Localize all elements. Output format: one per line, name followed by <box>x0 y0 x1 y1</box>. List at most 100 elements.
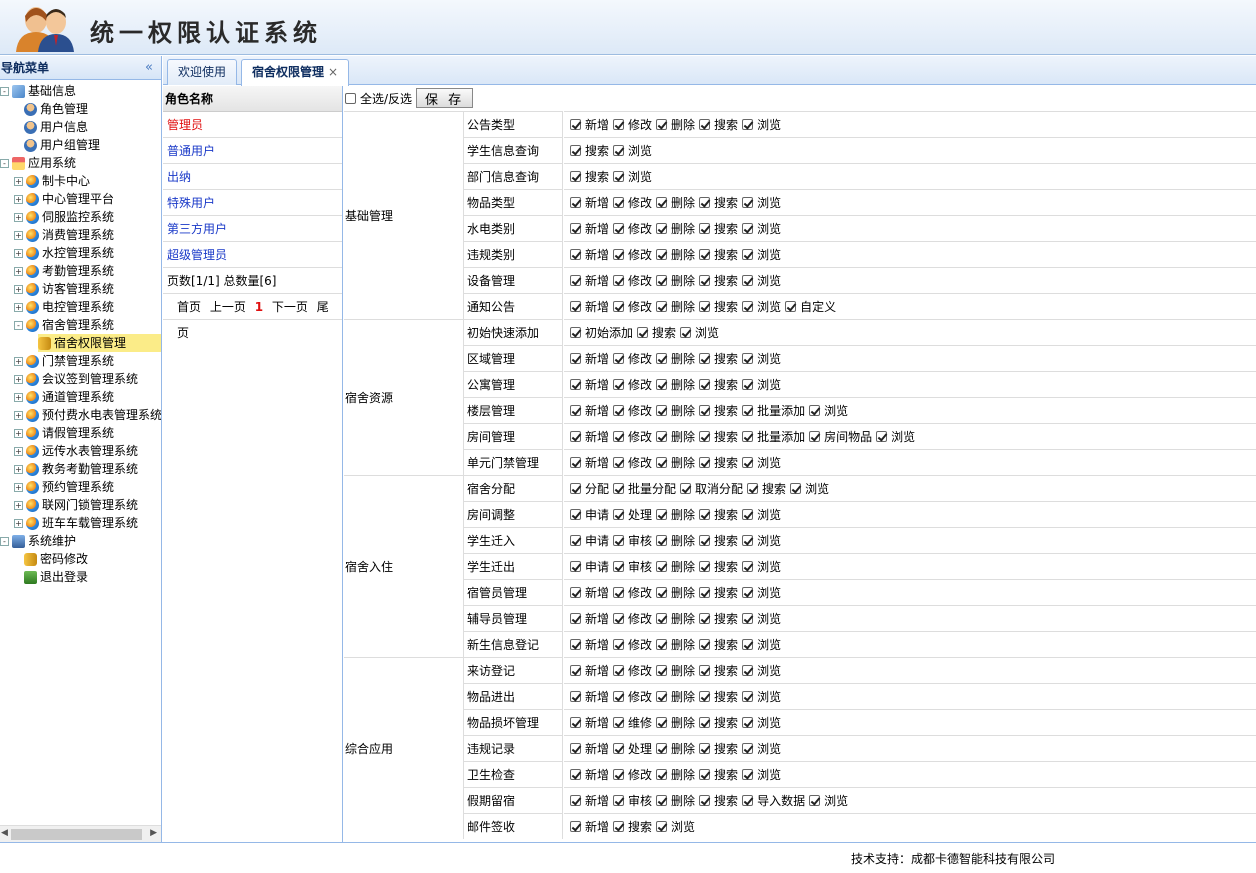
permission-checkbox[interactable] <box>699 509 711 520</box>
permission-checkbox[interactable] <box>570 509 581 520</box>
permission-option[interactable]: 搜索 <box>699 610 738 627</box>
permission-checkbox[interactable] <box>570 119 581 130</box>
permission-option[interactable]: 删除 <box>656 246 695 263</box>
permission-checkbox[interactable] <box>747 483 759 494</box>
permission-option[interactable]: 删除 <box>656 792 695 809</box>
permission-checkbox[interactable] <box>613 509 625 520</box>
tree-node[interactable]: 角色管理 <box>24 100 88 118</box>
permission-checkbox[interactable] <box>699 249 711 260</box>
permission-checkbox[interactable] <box>656 613 668 624</box>
permission-option[interactable]: 浏览 <box>742 662 781 679</box>
permission-checkbox[interactable] <box>742 457 754 468</box>
permission-option[interactable]: 搜索 <box>699 220 738 237</box>
permission-option[interactable]: 自定义 <box>785 298 836 315</box>
collapse-icon[interactable]: « <box>145 56 153 80</box>
role-row[interactable]: 特殊用户 <box>163 190 342 216</box>
tree-node[interactable]: + 预付费水电表管理系统 <box>14 406 161 424</box>
permission-checkbox[interactable] <box>570 171 581 182</box>
permission-checkbox[interactable] <box>637 327 649 338</box>
permission-option[interactable]: 维修 <box>613 714 652 731</box>
permission-option[interactable]: 新增 <box>570 298 609 315</box>
permission-option[interactable]: 浏览 <box>742 636 781 653</box>
permission-option[interactable]: 修改 <box>613 584 652 601</box>
prev-page-link[interactable]: 上一页 <box>210 300 246 314</box>
permission-checkbox[interactable] <box>570 483 581 494</box>
permission-checkbox[interactable] <box>570 301 581 312</box>
permission-checkbox[interactable] <box>742 743 754 754</box>
permission-checkbox[interactable] <box>656 223 668 234</box>
sidebar-horizontal-scrollbar[interactable]: ◀ ▶ <box>0 825 161 842</box>
permission-option[interactable]: 新增 <box>570 428 609 445</box>
permission-option[interactable]: 初始添加 <box>570 324 633 341</box>
permission-checkbox[interactable] <box>742 119 754 130</box>
permission-option[interactable]: 修改 <box>613 428 652 445</box>
permission-checkbox[interactable] <box>742 353 754 364</box>
collapse-node-icon[interactable]: - <box>14 320 23 330</box>
permission-checkbox[interactable] <box>570 353 581 364</box>
permission-option[interactable]: 处理 <box>613 506 652 523</box>
close-tab-icon[interactable]: × <box>328 65 338 79</box>
permission-option[interactable]: 修改 <box>613 636 652 653</box>
role-row[interactable]: 出纳 <box>163 164 342 190</box>
tree-node[interactable]: 用户信息 <box>24 118 88 136</box>
permission-checkbox[interactable] <box>570 379 581 390</box>
tree-node[interactable]: - 应用系统 <box>0 154 76 172</box>
permission-option[interactable]: 修改 <box>613 272 652 289</box>
permission-option[interactable]: 浏览 <box>742 688 781 705</box>
permission-checkbox[interactable] <box>742 379 754 390</box>
permission-option[interactable]: 浏览 <box>742 454 781 471</box>
permission-option[interactable]: 删除 <box>656 714 695 731</box>
expand-node-icon[interactable]: + <box>14 194 23 204</box>
permission-option[interactable]: 删除 <box>656 376 695 393</box>
expand-node-icon[interactable]: + <box>14 212 23 222</box>
permission-option[interactable]: 搜索 <box>613 818 652 835</box>
permission-checkbox[interactable] <box>742 301 754 312</box>
next-page-link[interactable]: 下一页 <box>272 300 308 314</box>
scroll-right-arrow-icon[interactable]: ▶ <box>150 828 157 838</box>
permission-checkbox[interactable] <box>656 301 668 312</box>
expand-node-icon[interactable]: + <box>14 500 23 510</box>
permission-option[interactable]: 批量分配 <box>613 480 676 497</box>
tree-node[interactable]: + 消费管理系统 <box>14 226 114 244</box>
permission-option[interactable]: 删除 <box>656 402 695 419</box>
tree-node[interactable]: + 访客管理系统 <box>14 280 114 298</box>
permission-option[interactable]: 搜索 <box>699 584 738 601</box>
expand-node-icon[interactable]: + <box>14 176 23 186</box>
permission-option[interactable]: 搜索 <box>699 246 738 263</box>
permission-checkbox[interactable] <box>656 665 668 676</box>
permission-option[interactable]: 修改 <box>613 298 652 315</box>
permission-checkbox[interactable] <box>699 197 711 208</box>
permission-option[interactable]: 浏览 <box>742 246 781 263</box>
tree-node[interactable]: + 请假管理系统 <box>14 424 114 442</box>
scroll-left-arrow-icon[interactable]: ◀ <box>1 828 8 838</box>
expand-node-icon[interactable]: + <box>14 392 23 402</box>
permission-option[interactable]: 搜索 <box>699 116 738 133</box>
role-row[interactable]: 第三方用户 <box>163 216 342 242</box>
permission-checkbox[interactable] <box>699 639 711 650</box>
permission-checkbox[interactable] <box>742 405 754 416</box>
expand-node-icon[interactable]: + <box>14 374 23 384</box>
expand-node-icon[interactable]: + <box>14 266 23 276</box>
expand-node-icon[interactable]: + <box>14 248 23 258</box>
permission-checkbox[interactable] <box>613 119 625 130</box>
tree-node[interactable]: + 预约管理系统 <box>14 478 114 496</box>
permission-checkbox[interactable] <box>570 691 581 702</box>
permission-checkbox[interactable] <box>699 223 711 234</box>
permission-option[interactable]: 删除 <box>656 454 695 471</box>
permission-checkbox[interactable] <box>613 613 625 624</box>
permission-checkbox[interactable] <box>656 197 668 208</box>
expand-node-icon[interactable]: + <box>14 356 23 366</box>
expand-node-icon[interactable]: + <box>14 482 23 492</box>
permission-checkbox[interactable] <box>699 119 711 130</box>
permission-checkbox[interactable] <box>570 613 581 624</box>
permission-option[interactable]: 搜索 <box>699 558 738 575</box>
permission-option[interactable]: 搜索 <box>699 298 738 315</box>
permission-option[interactable]: 新增 <box>570 818 609 835</box>
permission-option[interactable]: 删除 <box>656 298 695 315</box>
permission-option[interactable]: 浏览 <box>742 766 781 783</box>
permission-option[interactable]: 批量添加 <box>742 428 805 445</box>
permission-option[interactable]: 新增 <box>570 272 609 289</box>
collapse-node-icon[interactable]: - <box>0 158 9 168</box>
tree-node[interactable]: 密码修改 <box>24 550 88 568</box>
permission-checkbox[interactable] <box>613 561 625 572</box>
